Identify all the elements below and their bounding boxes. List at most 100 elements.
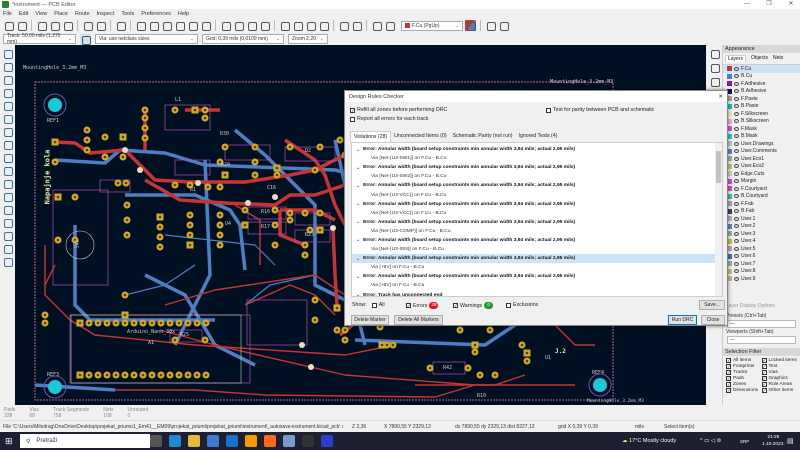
- file-explorer-icon[interactable]: [188, 435, 200, 447]
- violation-item[interactable]: Via [Net-(U3-VCC)] on F.Cu - B.Cu: [352, 190, 722, 199]
- layer-row[interactable]: User.7: [723, 260, 800, 268]
- chevron-down-icon[interactable]: ⌄: [356, 219, 360, 225]
- notifications-icon[interactable]: ▤: [787, 437, 794, 445]
- visibility-eye-icon[interactable]: [734, 156, 739, 161]
- python-scripting-icon[interactable]: [485, 20, 496, 31]
- menu-inspect[interactable]: Inspect: [97, 11, 115, 17]
- layer-row[interactable]: F.Silkscreen: [723, 110, 800, 118]
- violation-item[interactable]: Via [Net-(U3-SW1)] on F.Cu - B.Cu: [352, 154, 722, 163]
- restore-button[interactable]: ❐: [762, 0, 776, 9]
- layer-row[interactable]: F.Fab: [723, 200, 800, 208]
- checkbox[interactable]: ✓: [726, 369, 731, 375]
- layer-row[interactable]: B.Mask: [723, 133, 800, 141]
- layer-row[interactable]: User.6: [723, 253, 800, 261]
- visibility-eye-icon[interactable]: [734, 126, 739, 131]
- kicad-icon[interactable]: [321, 435, 333, 447]
- chevron-down-icon[interactable]: ⌄: [356, 183, 360, 189]
- taskbar-search[interactable]: ⚲ Pretraži: [20, 434, 150, 448]
- menu-tools[interactable]: Tools: [121, 11, 134, 17]
- visibility-eye-icon[interactable]: [734, 201, 739, 206]
- layers-manager-icon[interactable]: [2, 243, 13, 254]
- layer-row[interactable]: User.4: [723, 238, 800, 246]
- layer-row[interactable]: F.Adhesive: [723, 80, 800, 88]
- viewports-select[interactable]: ---: [727, 335, 796, 344]
- checkbox[interactable]: ✓: [726, 363, 731, 369]
- filter-other-items[interactable]: ✓ Other items: [761, 387, 798, 393]
- chevron-down-icon[interactable]: ⌄: [356, 256, 360, 262]
- task-view-icon[interactable]: [150, 435, 162, 447]
- errors-filter[interactable]: ✓ Errors 28: [406, 302, 439, 309]
- files-icon[interactable]: [283, 435, 295, 447]
- presets-select[interactable]: ---: [727, 319, 796, 328]
- visibility-eye-icon[interactable]: [734, 74, 739, 79]
- weather[interactable]: ☁ 17°C Mostly cloudy: [622, 438, 676, 444]
- chevron-down-icon[interactable]: ⌄: [356, 292, 360, 296]
- mail-icon[interactable]: [226, 435, 238, 447]
- windows-start-icon[interactable]: ⊞: [5, 436, 13, 447]
- chevron-down-icon[interactable]: ⌄: [356, 147, 360, 153]
- layer-row[interactable]: User.3: [723, 230, 800, 238]
- local-ratsnest-icon[interactable]: [2, 139, 13, 150]
- violation-row[interactable]: ⌄ Error: Annular width (board setup const…: [352, 218, 722, 227]
- layer-row[interactable]: B.Cu: [723, 73, 800, 81]
- violations-list[interactable]: ⌄ Error: Annular width (board setup const…: [351, 142, 723, 297]
- visibility-eye-icon[interactable]: [734, 186, 739, 191]
- track-width-select[interactable]: Track: 50,00 mils (1,270 mm) ⌄: [3, 33, 76, 45]
- layer-row[interactable]: User.9: [723, 275, 800, 283]
- checkbox[interactable]: ✓: [761, 369, 767, 375]
- flip-horizontal-icon[interactable]: [246, 20, 257, 31]
- exclusions-checkbox[interactable]: [506, 302, 511, 308]
- clock[interactable]: 21:26 1.10.2023.: [762, 434, 785, 448]
- show-all-checkbox[interactable]: [371, 302, 377, 308]
- menu-edit[interactable]: Edit: [19, 11, 28, 17]
- layer-row[interactable]: B.Paste: [723, 103, 800, 111]
- netlist-update-icon[interactable]: [338, 20, 349, 31]
- print-icon[interactable]: [49, 20, 60, 31]
- visibility-eye-icon[interactable]: [734, 141, 739, 146]
- layer-row[interactable]: User.5: [723, 245, 800, 253]
- layer-row[interactable]: F.Paste: [723, 95, 800, 103]
- filter-text[interactable]: ✓ Text: [761, 363, 798, 369]
- violation-row[interactable]: ⌄ Error: Annular width (board setup const…: [352, 254, 722, 264]
- filter-vias[interactable]: ✓ Vias: [761, 369, 798, 375]
- tab-layers[interactable]: Layers: [725, 55, 747, 62]
- board-setup-icon[interactable]: [16, 20, 27, 31]
- violation-row[interactable]: ⌄ Error: Annular width (board setup const…: [352, 272, 722, 281]
- terminal-icon[interactable]: [302, 435, 314, 447]
- scrollbar-thumb[interactable]: [716, 151, 721, 183]
- visibility-eye-icon[interactable]: [734, 231, 739, 236]
- checkbox[interactable]: ✓: [726, 375, 731, 381]
- layer-row[interactable]: User.8: [723, 268, 800, 276]
- polar-icon[interactable]: [2, 61, 13, 72]
- menu-file[interactable]: File: [3, 11, 12, 17]
- select-icon[interactable]: [709, 48, 720, 59]
- checkbox[interactable]: ✓: [761, 375, 767, 381]
- auto-track-width-icon[interactable]: [80, 33, 91, 45]
- visibility-eye-icon[interactable]: [734, 179, 739, 184]
- drc-close-icon[interactable]: ✕: [718, 94, 723, 100]
- chevron-down-icon[interactable]: ⌄: [356, 274, 360, 280]
- visibility-eye-icon[interactable]: [734, 134, 739, 139]
- chevron-down-icon[interactable]: ⌄: [356, 201, 360, 207]
- violation-row[interactable]: ⌄ Error: Annular width (board setup const…: [352, 200, 722, 209]
- sublime-icon[interactable]: [245, 435, 257, 447]
- grid-icon[interactable]: [2, 48, 13, 59]
- visibility-eye-icon[interactable]: [734, 239, 739, 244]
- menu-place[interactable]: Place: [54, 11, 68, 17]
- layer-color-swatch[interactable]: [727, 73, 732, 79]
- layer-row[interactable]: F.Mask: [723, 125, 800, 133]
- visibility-eye-icon[interactable]: [734, 81, 739, 86]
- checkbox[interactable]: [350, 116, 355, 122]
- console-icon[interactable]: [498, 20, 509, 31]
- close-window-button[interactable]: ✕: [784, 0, 798, 9]
- checkbox[interactable]: ✓: [726, 387, 731, 393]
- flip-vertical-icon[interactable]: [259, 20, 270, 31]
- visibility-eye-icon[interactable]: [734, 164, 739, 169]
- visibility-eye-icon[interactable]: [734, 254, 739, 259]
- layer-row[interactable]: User.2: [723, 223, 800, 231]
- visibility-eye-icon[interactable]: [734, 261, 739, 266]
- layer-row[interactable]: B.Silkscreen: [723, 118, 800, 126]
- find-icon[interactable]: [115, 20, 126, 31]
- parity-checkbox[interactable]: Test for parity between PCB and schemati…: [546, 107, 654, 113]
- chevron-down-icon[interactable]: ⌄: [356, 237, 360, 243]
